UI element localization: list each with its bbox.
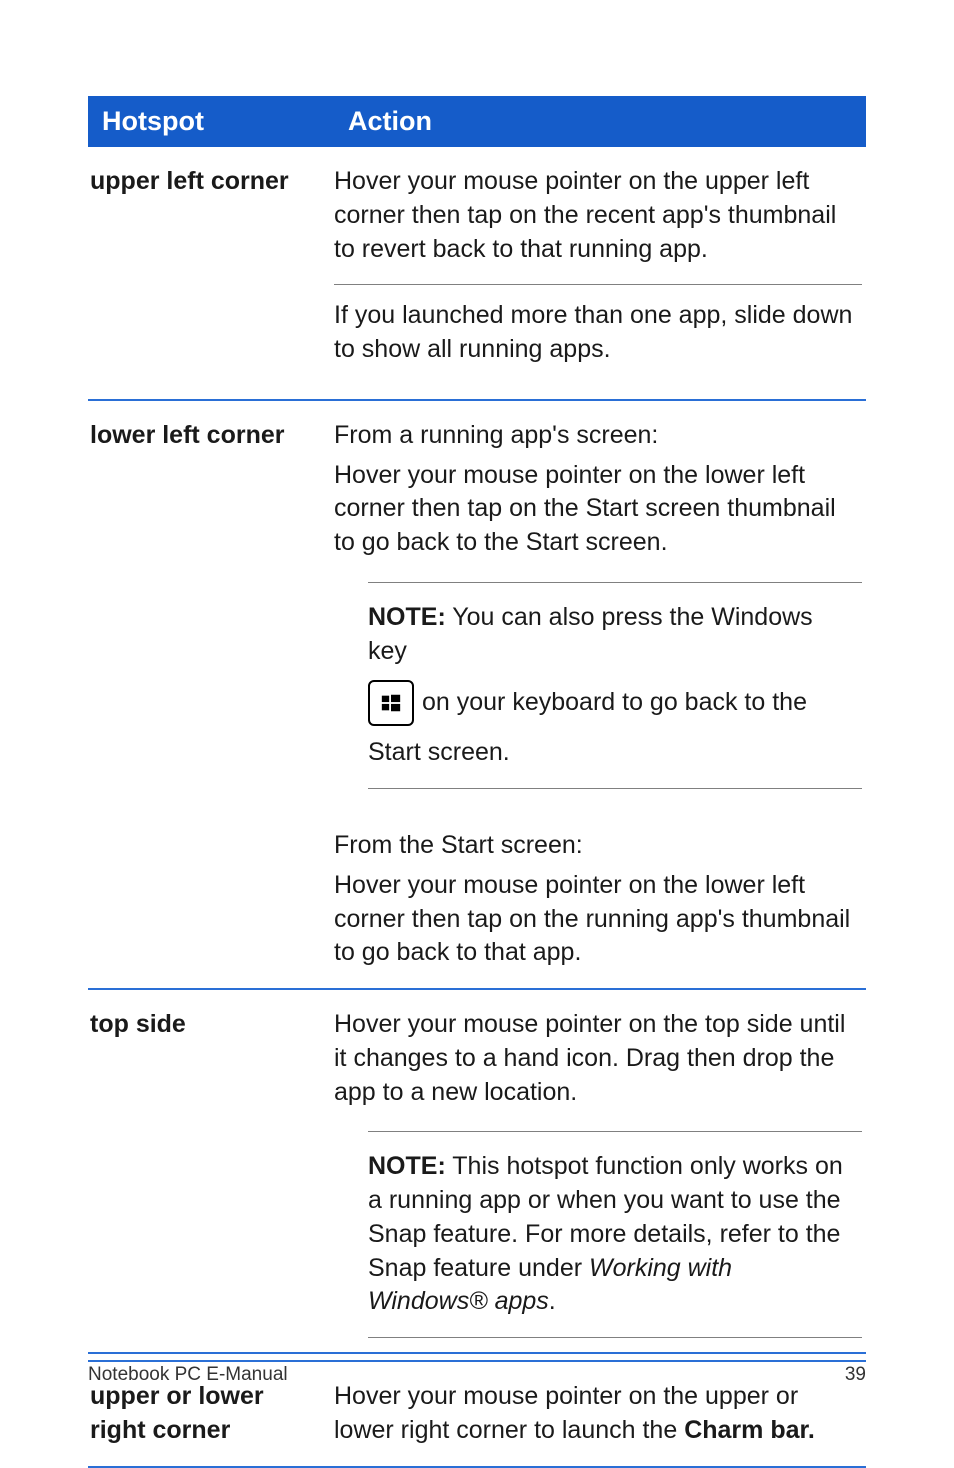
- note-label: NOTE:: [368, 603, 446, 631]
- header-action: Action: [334, 96, 866, 147]
- ulr-bold: Charm bar.: [684, 1416, 815, 1444]
- cell-lower-left-p1: From a running app's screen:: [334, 400, 866, 459]
- note-line2-text: on your keyboard to go back to the: [422, 686, 807, 720]
- cell-lower-left-note-wrap: NOTE: You can also press the Windows key…: [334, 578, 866, 811]
- note-label: NOTE:: [368, 1152, 446, 1180]
- row-label-upper-left: upper left corner: [88, 147, 334, 400]
- footer-left: Notebook PC E-Manual: [88, 1364, 288, 1386]
- note-line3: Start screen.: [368, 736, 852, 770]
- row-label-lower-left: lower left corner: [88, 400, 334, 989]
- table-header-row: Hotspot Action: [88, 96, 866, 147]
- note-body-b: .: [549, 1287, 556, 1315]
- table-row: upper left corner Hover your mouse point…: [88, 147, 866, 284]
- note-box: NOTE: You can also press the Windows key…: [368, 582, 862, 789]
- row-label-top-side: top side: [88, 989, 334, 1361]
- windows-logo-icon: [380, 692, 402, 714]
- footer-right: 39: [845, 1364, 866, 1386]
- page-footer: Notebook PC E-Manual 39: [88, 1352, 866, 1386]
- cell-lower-left-p3: From the Start screen:: [334, 811, 866, 869]
- table-row: top side Hover your mouse pointer on the…: [88, 989, 866, 1127]
- hotspot-action-table: Hotspot Action upper left corner Hover y…: [88, 96, 866, 1468]
- note-line2: on your keyboard to go back to the: [368, 676, 852, 730]
- cell-top-side-p1: Hover your mouse pointer on the top side…: [334, 989, 866, 1127]
- cell-top-side-note-wrap: NOTE: This hotspot function only works o…: [334, 1127, 866, 1361]
- cell-lower-left-p2: Hover your mouse pointer on the lower le…: [334, 459, 866, 578]
- table-row: lower left corner From a running app's s…: [88, 400, 866, 459]
- cell-upper-left-p1: Hover your mouse pointer on the upper le…: [334, 147, 866, 284]
- cell-upper-left-p2-wrap: If you launched more than one app, slide…: [334, 284, 866, 400]
- windows-key-icon: [368, 680, 414, 726]
- header-hotspot: Hotspot: [88, 96, 334, 147]
- cell-upper-left-p2: If you launched more than one app, slide…: [334, 285, 862, 381]
- note-line1: NOTE: You can also press the Windows key: [368, 601, 852, 669]
- cell-lower-left-p4: Hover your mouse pointer on the lower le…: [334, 869, 866, 989]
- note-box: NOTE: This hotspot function only works o…: [368, 1131, 862, 1338]
